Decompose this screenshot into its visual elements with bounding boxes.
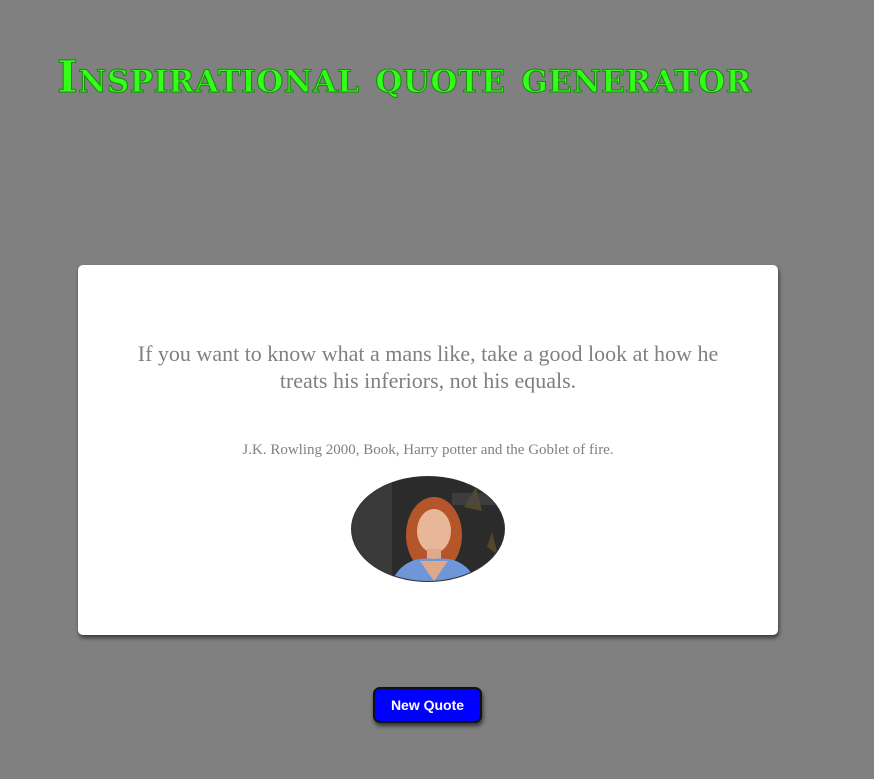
new-quote-button[interactable]: New Quote bbox=[373, 687, 482, 723]
quote-source: J.K. Rowling 2000, Book, Harry potter an… bbox=[242, 442, 614, 458]
quote-card: If you want to know what a mans like, ta… bbox=[78, 265, 778, 635]
page-title: Inspirational quote generator bbox=[57, 52, 752, 104]
author-portrait-image bbox=[352, 477, 504, 581]
author-photo bbox=[351, 476, 505, 582]
quote-text: If you want to know what a mans like, ta… bbox=[137, 341, 719, 393]
